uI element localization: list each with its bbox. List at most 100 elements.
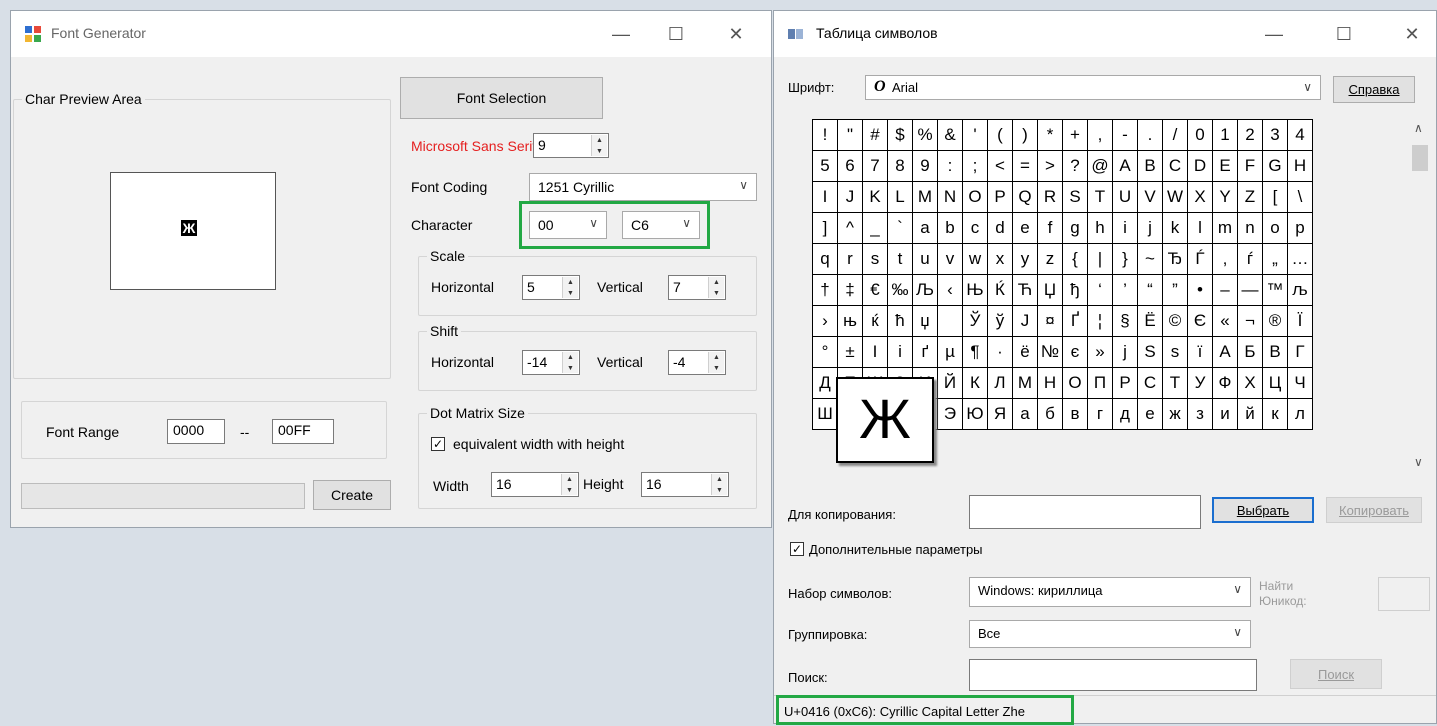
char-cell[interactable]: к bbox=[1262, 398, 1288, 430]
font-range-from-input[interactable]: 0000 bbox=[167, 419, 225, 444]
char-cell[interactable]: « bbox=[1212, 305, 1238, 337]
char-cell[interactable]: Э bbox=[937, 398, 963, 430]
char-cell[interactable]: Т bbox=[1162, 367, 1188, 399]
char-cell[interactable]: Ф bbox=[1212, 367, 1238, 399]
char-cell[interactable]: ` bbox=[887, 212, 913, 244]
char-cell[interactable]: G bbox=[1262, 150, 1288, 182]
char-cell[interactable]: N bbox=[937, 181, 963, 213]
char-cell[interactable]: ‰ bbox=[887, 274, 913, 306]
char-cell[interactable]: ‘ bbox=[1087, 274, 1113, 306]
char-cell[interactable]: R bbox=[1037, 181, 1063, 213]
char-cell[interactable]: У bbox=[1187, 367, 1213, 399]
char-cell[interactable]: 1 bbox=[1212, 119, 1238, 151]
char-cell[interactable]: » bbox=[1087, 336, 1113, 368]
charset-select[interactable]: Windows: кириллица ∨ bbox=[969, 577, 1251, 607]
char-cell[interactable]: 0 bbox=[1187, 119, 1213, 151]
char-cell[interactable]: Љ bbox=[912, 274, 938, 306]
maximize-icon[interactable]: ☐ bbox=[656, 19, 696, 49]
char-cell[interactable]: Ц bbox=[1262, 367, 1288, 399]
spin-arrows-icon[interactable]: ▲ ▼ bbox=[708, 352, 724, 373]
char-cell[interactable]: F bbox=[1237, 150, 1263, 182]
char-cell[interactable]: K bbox=[862, 181, 888, 213]
char-cell[interactable]: € bbox=[862, 274, 888, 306]
maximize-icon[interactable]: ☐ bbox=[1324, 19, 1364, 49]
char-cell[interactable]: и bbox=[1212, 398, 1238, 430]
char-cell[interactable]: u bbox=[912, 243, 938, 275]
char-cell[interactable]: ‚ bbox=[1212, 243, 1238, 275]
char-cell[interactable]: 5 bbox=[812, 150, 838, 182]
char-cell[interactable]: Џ bbox=[1037, 274, 1063, 306]
char-cell[interactable]: ° bbox=[812, 336, 838, 368]
char-cell[interactable]: К bbox=[962, 367, 988, 399]
char-cell[interactable]: | bbox=[1087, 243, 1113, 275]
spin-arrows-icon[interactable]: ▲ ▼ bbox=[708, 277, 724, 298]
char-cell[interactable]: m bbox=[1212, 212, 1238, 244]
char-cell[interactable]: М bbox=[1012, 367, 1038, 399]
char-cell[interactable]: k bbox=[1162, 212, 1188, 244]
char-cell[interactable]: a bbox=[912, 212, 938, 244]
copy-button[interactable]: Копировать bbox=[1326, 497, 1422, 523]
find-unicode-input[interactable] bbox=[1378, 577, 1430, 611]
char-cell[interactable]: Q bbox=[1012, 181, 1038, 213]
char-cell[interactable]: E bbox=[1212, 150, 1238, 182]
char-cell[interactable]: д bbox=[1112, 398, 1138, 430]
char-cell[interactable]: Ш bbox=[812, 398, 838, 430]
char-cell[interactable]: < bbox=[987, 150, 1013, 182]
char-cell[interactable]: Z bbox=[1237, 181, 1263, 213]
char-cell[interactable]: A bbox=[1112, 150, 1138, 182]
spin-arrows-icon[interactable]: ▲ ▼ bbox=[711, 474, 727, 495]
spin-arrows-icon[interactable]: ▲ ▼ bbox=[562, 352, 578, 373]
char-cell[interactable]: % bbox=[912, 119, 938, 151]
equivalent-checkbox[interactable]: ✓ bbox=[431, 437, 445, 451]
char-cell[interactable]: ^ bbox=[837, 212, 863, 244]
char-cell[interactable]: L bbox=[887, 181, 913, 213]
char-cell[interactable]: А bbox=[1212, 336, 1238, 368]
scroll-thumb[interactable] bbox=[1412, 145, 1428, 171]
char-cell[interactable]: p bbox=[1287, 212, 1313, 244]
char-cell[interactable]: › bbox=[812, 305, 838, 337]
char-cell[interactable]: j bbox=[1137, 212, 1163, 244]
char-cell[interactable]: ґ bbox=[912, 336, 938, 368]
char-cell[interactable] bbox=[937, 305, 963, 337]
char-cell[interactable]: µ bbox=[937, 336, 963, 368]
char-cell[interactable]: а bbox=[1012, 398, 1038, 430]
char-cell[interactable]: 8 bbox=[887, 150, 913, 182]
char-cell[interactable]: ” bbox=[1162, 274, 1188, 306]
char-cell[interactable]: C bbox=[1162, 150, 1188, 182]
char-cell[interactable]: Ч bbox=[1287, 367, 1313, 399]
char-cell[interactable]: e bbox=[1012, 212, 1038, 244]
char-cell[interactable]: c bbox=[962, 212, 988, 244]
close-icon[interactable]: ✕ bbox=[1392, 19, 1432, 49]
scale-horizontal-spinner[interactable]: 5 ▲ ▼ bbox=[522, 275, 580, 300]
charmap-titlebar[interactable]: Таблица символов — ☐ ✕ bbox=[774, 11, 1436, 57]
char-cell[interactable]: D bbox=[1187, 150, 1213, 182]
char-cell[interactable]: ] bbox=[812, 212, 838, 244]
char-cell[interactable]: # bbox=[862, 119, 888, 151]
char-cell[interactable]: Д bbox=[812, 367, 838, 399]
char-cell[interactable]: g bbox=[1062, 212, 1088, 244]
char-cell[interactable]: Ё bbox=[1137, 305, 1163, 337]
char-cell[interactable]: . bbox=[1137, 119, 1163, 151]
char-cell[interactable]: П bbox=[1087, 367, 1113, 399]
char-cell[interactable]: б bbox=[1037, 398, 1063, 430]
char-cell[interactable]: y bbox=[1012, 243, 1038, 275]
char-cell[interactable]: — bbox=[1237, 274, 1263, 306]
char-cell[interactable]: ‹ bbox=[937, 274, 963, 306]
char-cell[interactable]: ~ bbox=[1137, 243, 1163, 275]
char-cell[interactable]: ¤ bbox=[1037, 305, 1063, 337]
char-cell[interactable]: Р bbox=[1112, 367, 1138, 399]
char-cell[interactable]: @ bbox=[1087, 150, 1113, 182]
char-cell[interactable]: J bbox=[837, 181, 863, 213]
char-cell[interactable]: b bbox=[937, 212, 963, 244]
char-cell[interactable]: Ј bbox=[1012, 305, 1038, 337]
scroll-up-icon[interactable]: ∧ bbox=[1414, 121, 1423, 135]
char-cell[interactable]: 3 bbox=[1262, 119, 1288, 151]
char-cell[interactable]: Й bbox=[937, 367, 963, 399]
char-cell[interactable]: Њ bbox=[962, 274, 988, 306]
shift-vertical-spinner[interactable]: -4 ▲ ▼ bbox=[668, 350, 726, 375]
select-button[interactable]: Выбрать bbox=[1212, 497, 1314, 523]
search-button[interactable]: Поиск bbox=[1290, 659, 1382, 689]
char-cell[interactable]: T bbox=[1087, 181, 1113, 213]
char-cell[interactable]: Ґ bbox=[1062, 305, 1088, 337]
char-cell[interactable]: / bbox=[1162, 119, 1188, 151]
